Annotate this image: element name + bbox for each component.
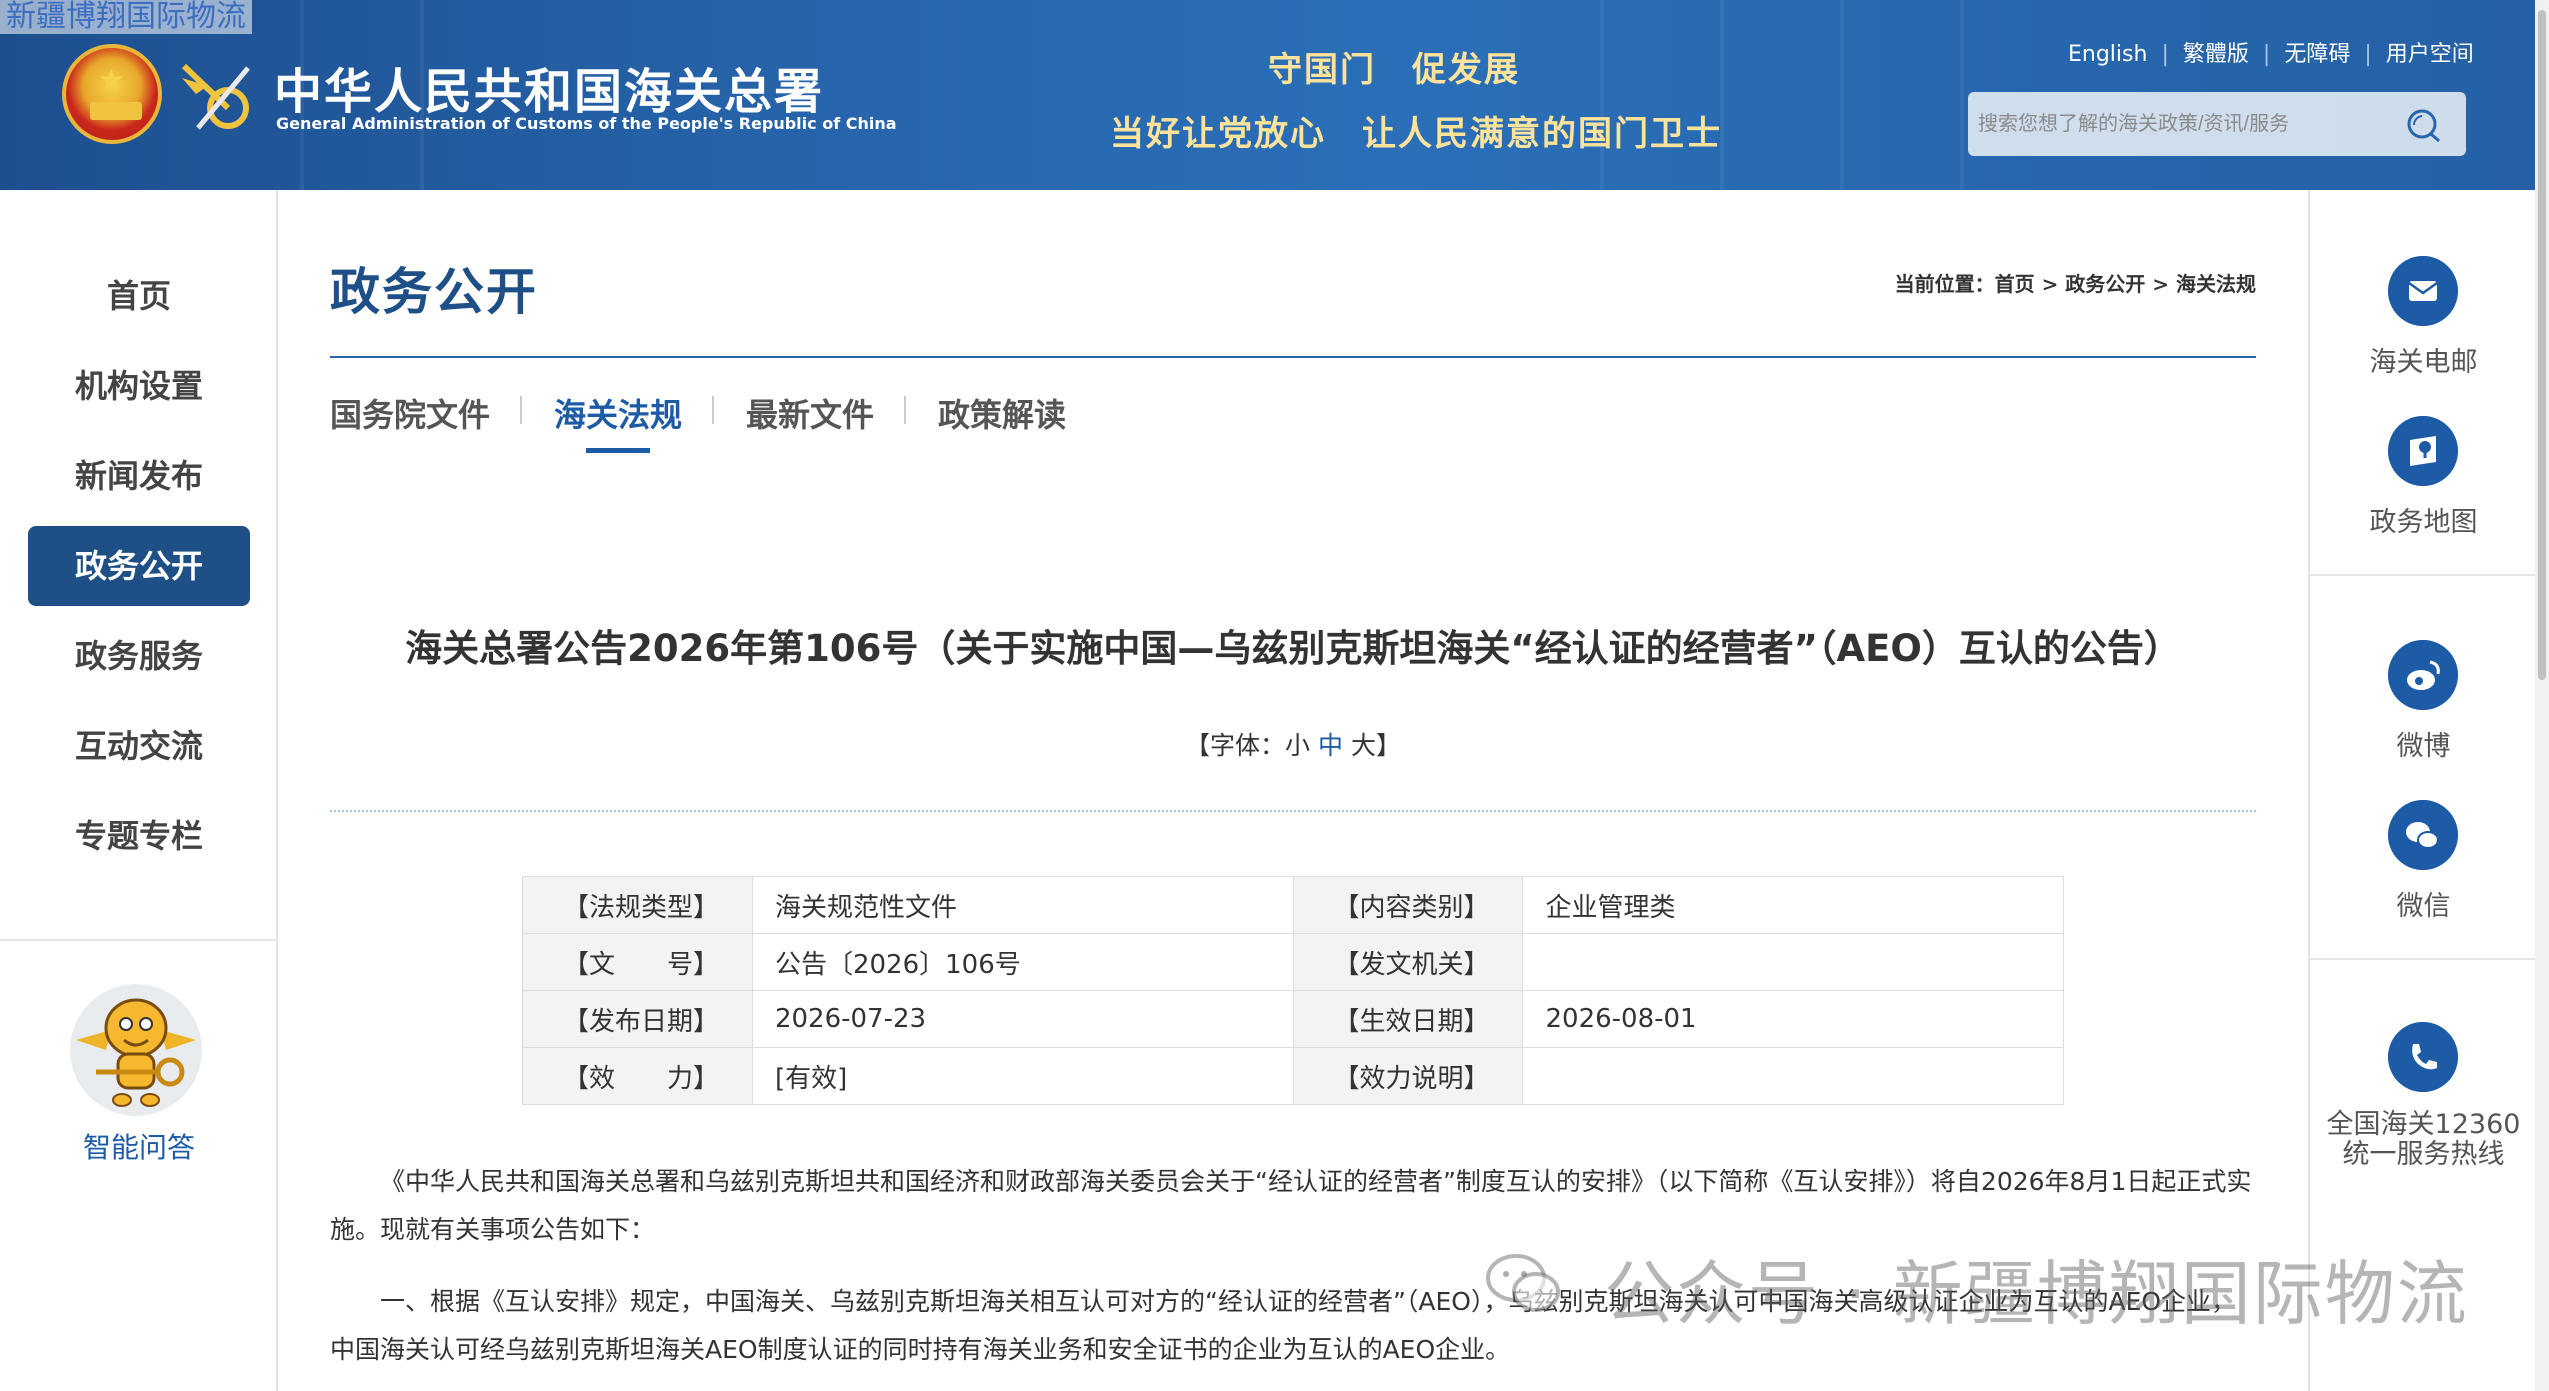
meta-value: 2026-08-01: [1522, 990, 2064, 1048]
table-row: 【效 力】 [有效] 【效力说明】: [522, 1047, 2064, 1105]
meta-label: 【效 力】: [522, 1047, 753, 1105]
site-title-english: General Administration of Customs of the…: [276, 114, 897, 133]
table-row: 【法规类型】 海关规范性文件 【内容类别】 企业管理类: [522, 876, 2064, 934]
meta-label: 【生效日期】: [1292, 990, 1524, 1048]
title-divider: [330, 356, 2256, 358]
meta-label: 【内容类别】: [1292, 876, 1524, 934]
nav-item-special-topics[interactable]: 专题专栏: [28, 796, 250, 876]
hotline-label[interactable]: 全国海关12360 统一服务热线: [2310, 1110, 2537, 1170]
search-icon[interactable]: [2402, 104, 2444, 146]
font-size-large[interactable]: 大: [1351, 731, 1376, 760]
nav-item-organization[interactable]: 机构设置: [28, 346, 250, 426]
link-traditional[interactable]: 繁體版: [2183, 42, 2249, 67]
slogan-line-2: 当好让党放心 让人民满意的国门卫士: [1110, 114, 1722, 154]
weibo-label[interactable]: 微博: [2310, 724, 2537, 763]
weibo-icon[interactable]: [2388, 640, 2458, 710]
meta-value: [1522, 933, 2064, 991]
nav-divider: [0, 939, 278, 941]
font-size-small[interactable]: 小: [1285, 731, 1310, 760]
site-header: 新疆博翔国际物流 ★ 中华人民共和国海关总署 General Administr…: [0, 0, 2535, 190]
font-size-suffix: 】: [1375, 731, 1401, 760]
tab-separator: [904, 396, 906, 424]
nav-item-news[interactable]: 新闻发布: [28, 436, 250, 516]
meta-value: [1522, 1047, 2064, 1105]
right-toolbar: 海关电邮 政务地图 微博 微信 全国海关12360 统一服务热线: [2308, 190, 2537, 1391]
wechat-watermark-icon: [1486, 1254, 1560, 1312]
smart-qa-link[interactable]: 智能问答: [0, 1126, 278, 1166]
tab-state-council-documents[interactable]: 国务院文件: [330, 390, 490, 436]
document-metadata-table: 【法规类型】 海关规范性文件 【内容类别】 企业管理类 【文 号】 公告〔202…: [522, 876, 2064, 1105]
national-emblem-icon[interactable]: ★: [62, 44, 162, 144]
page: 新疆博翔国际物流 ★ 中华人民共和国海关总署 General Administr…: [0, 0, 2549, 1391]
nav-item-services[interactable]: 政务服务: [28, 616, 250, 696]
wechat-account-watermark: 公众号 · 新疆博翔国际物流: [1484, 1238, 2484, 1335]
email-label[interactable]: 海关电邮: [2310, 340, 2537, 379]
search-box: [1968, 92, 2466, 156]
table-row: 【文 号】 公告〔2026〕106号 【发文机关】: [522, 933, 2064, 991]
tab-latest-documents[interactable]: 最新文件: [746, 390, 874, 436]
meta-value: 海关规范性文件: [751, 876, 1294, 934]
tab-customs-regulations[interactable]: 海关法规: [554, 390, 682, 436]
meta-label: 【发布日期】: [522, 990, 753, 1048]
tab-separator: [520, 396, 522, 424]
customs-logo-icon[interactable]: [178, 58, 256, 138]
nav-item-government-affairs[interactable]: 政务公开: [28, 526, 250, 606]
top-watermark: 新疆博翔国际物流: [0, 0, 252, 34]
font-size-medium[interactable]: 中: [1318, 731, 1343, 760]
meta-label: 【发文机关】: [1292, 933, 1524, 991]
font-size-switcher: 【字体：小 中 大】: [330, 726, 2256, 762]
gov-map-label[interactable]: 政务地图: [2310, 500, 2537, 539]
slogan-line-1: 守国门 促发展: [1268, 50, 1520, 90]
page-scrollbar[interactable]: [2535, 0, 2549, 1391]
meta-value: 企业管理类: [1522, 876, 2064, 934]
map-icon[interactable]: [2388, 416, 2458, 486]
meta-label: 【效力说明】: [1292, 1047, 1524, 1105]
meta-label: 【法规类型】: [522, 876, 753, 934]
top-links: English | 繁體版 | 无障碍 | 用户空间: [2068, 42, 2474, 67]
search-input[interactable]: [1978, 100, 2388, 148]
phone-icon[interactable]: [2388, 1022, 2458, 1092]
scrollbar-thumb[interactable]: [2538, 10, 2546, 680]
meta-value: 公告〔2026〕106号: [751, 933, 1294, 991]
toolbar-divider: [2310, 958, 2537, 960]
assistant-mascot-icon[interactable]: [66, 980, 206, 1120]
meta-value: 2026-07-23: [751, 990, 1294, 1048]
nav-item-home[interactable]: 首页: [28, 256, 250, 336]
font-size-prefix: 【字体：: [1185, 731, 1286, 760]
active-tab-indicator: [586, 448, 650, 453]
link-accessibility[interactable]: 无障碍: [2284, 42, 2350, 67]
hotline-label-line2: 统一服务热线: [2342, 1139, 2505, 1170]
page-title: 政务公开: [330, 262, 538, 321]
hotline-label-line1: 全国海关12360: [2326, 1109, 2521, 1140]
breadcrumb[interactable]: 当前位置：首页 > 政务公开 > 海关法规: [1895, 268, 2256, 297]
meta-value: [有效]: [751, 1047, 1294, 1105]
mail-icon[interactable]: [2388, 256, 2458, 326]
tab-policy-interpretation[interactable]: 政策解读: [938, 390, 1066, 436]
toolbar-divider: [2310, 574, 2537, 576]
link-english[interactable]: English: [2068, 42, 2147, 67]
tab-separator: [712, 396, 714, 424]
left-navigation: 首页 机构设置 新闻发布 政务公开 政务服务 互动交流 专题专栏 智能问答: [0, 190, 278, 1391]
wechat-label[interactable]: 微信: [2310, 884, 2537, 923]
site-title[interactable]: 中华人民共和国海关总署: [274, 52, 824, 122]
wechat-icon[interactable]: [2388, 800, 2458, 870]
table-row: 【发布日期】 2026-07-23 【生效日期】 2026-08-01: [522, 990, 2064, 1048]
dotted-divider: [330, 810, 2256, 812]
document-title: 海关总署公告2026年第106号（关于实施中国—乌兹别克斯坦海关“经认证的经营者…: [405, 627, 2181, 670]
main-content: 政务公开 当前位置：首页 > 政务公开 > 海关法规 国务院文件 海关法规 最新…: [330, 190, 2256, 1391]
meta-label: 【文 号】: [522, 933, 753, 991]
watermark-text: 公众号 · 新疆博翔国际物流: [1604, 1253, 2469, 1335]
link-user-space[interactable]: 用户空间: [2386, 42, 2474, 67]
nav-item-interaction[interactable]: 互动交流: [28, 706, 250, 786]
